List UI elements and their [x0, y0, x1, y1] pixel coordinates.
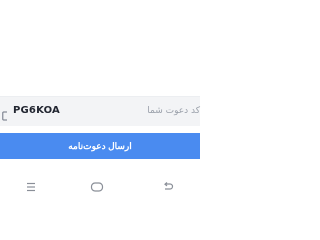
invite-code-value[interactable]: PG6KOA	[13, 104, 60, 118]
recents-icon[interactable]	[24, 179, 38, 193]
system-navigation-bar	[0, 175, 200, 197]
home-icon[interactable]	[90, 179, 104, 193]
invite-screen: PG6KOA کد دعوت شما ارسال دعوت‌نامه	[0, 0, 200, 200]
copy-icon[interactable]	[2, 106, 8, 121]
send-invitation-button[interactable]: ارسال دعوت‌نامه	[0, 133, 200, 159]
back-icon[interactable]	[161, 179, 175, 193]
invite-code-row: PG6KOA کد دعوت شما	[0, 96, 200, 126]
invite-code-label: کد دعوت شما	[147, 106, 200, 116]
